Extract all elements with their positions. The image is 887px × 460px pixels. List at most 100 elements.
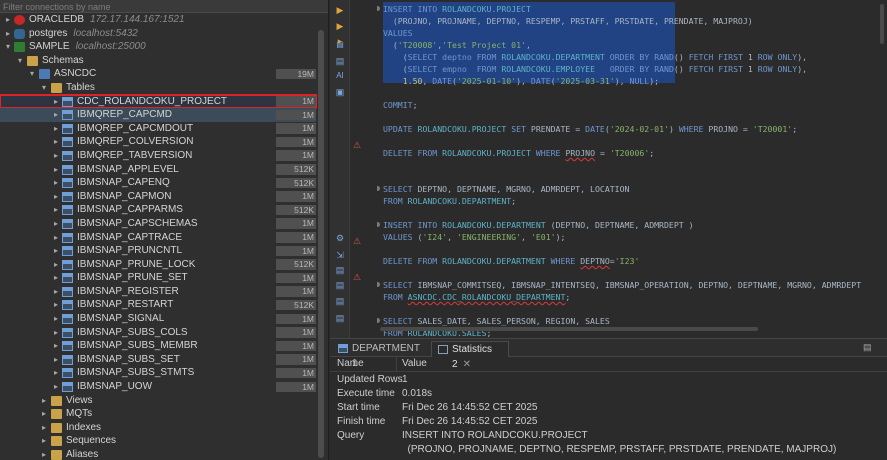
chevron-down-icon[interactable]: ▾: [28, 67, 36, 81]
tree-node-tables[interactable]: ▾ Tables: [0, 81, 316, 95]
toggle-panel-icon[interactable]: ▤: [335, 313, 345, 323]
chevron-right-icon[interactable]: ▸: [52, 285, 60, 299]
chevron-right-icon[interactable]: ▸: [40, 421, 48, 435]
table-row[interactable]: ▸ IBMSNAP_SUBS_COLS 1M: [0, 326, 316, 340]
tree-node-folder[interactable]: ▸ Views: [0, 394, 316, 408]
table-row[interactable]: ▸ IBMSNAP_RESTART 512K: [0, 298, 316, 312]
table-row[interactable]: ▸ IBMSNAP_APPLEVEL 512K: [0, 163, 316, 177]
chevron-right-icon[interactable]: ▸: [52, 203, 60, 217]
table-row[interactable]: Execute time 0.018s: [330, 387, 887, 401]
tab-statistics-2[interactable]: Statistics 2 ✕: [431, 341, 509, 370]
explain-plan-icon[interactable]: ▤: [335, 56, 345, 66]
tree-node-postgres[interactable]: ▸ postgres localhost:5432: [0, 27, 316, 41]
chevron-right-icon[interactable]: ▸: [52, 312, 60, 326]
execute-statement-icon[interactable]: ▶: [335, 5, 345, 15]
ai-assist-icon[interactable]: AI: [335, 71, 345, 81]
table-row[interactable]: Start time Fri Dec 26 14:45:52 CET 2025: [330, 401, 887, 415]
format-icon[interactable]: ▤: [335, 280, 345, 290]
scrollbar-thumb[interactable]: [380, 327, 758, 331]
chevron-right-icon[interactable]: ▸: [52, 217, 60, 231]
chevron-right-icon[interactable]: ▸: [52, 258, 60, 272]
tree-node-folder[interactable]: ▸ Aliases: [0, 448, 316, 460]
history-icon[interactable]: ▤: [335, 296, 345, 306]
tree-node-folder[interactable]: ▸ Sequences: [0, 434, 316, 448]
chevron-right-icon[interactable]: ▸: [4, 13, 12, 27]
table-row[interactable]: Updated Rows 1: [330, 373, 887, 387]
table-row[interactable]: ▸ IBMQREP_COLVERSION 1M: [0, 135, 316, 149]
editor-horizontal-scrollbar[interactable]: [377, 325, 877, 333]
table-row[interactable]: ▸ IBMSNAP_CAPENQ 512K: [0, 176, 316, 190]
chevron-right-icon[interactable]: ▸: [52, 190, 60, 204]
chevron-right-icon[interactable]: ▸: [52, 380, 60, 394]
table-row[interactable]: ▸ CDC_ROLANDCOKU_PROJECT 1M: [0, 93, 317, 110]
folder-label: MQTs: [66, 408, 93, 420]
table-name: IBMSNAP_PRUNE_LOCK: [77, 258, 196, 270]
table-row[interactable]: ▸ IBMSNAP_PRUNCNTL 1M: [0, 244, 316, 258]
chevron-right-icon[interactable]: ▸: [52, 163, 60, 177]
tree-node-oracledb[interactable]: ▸ ORACLEDB 172.17.144.167:1521: [0, 13, 316, 27]
script-icon[interactable]: ▤: [335, 40, 345, 50]
chevron-right-icon[interactable]: ▸: [52, 135, 60, 149]
save-icon[interactable]: ▤: [335, 265, 345, 275]
table-row[interactable]: ▸ IBMSNAP_PRUNE_SET 1M: [0, 271, 316, 285]
table-row[interactable]: ▸ IBMSNAP_SUBS_STMTS 1M: [0, 366, 316, 380]
chevron-down-icon[interactable]: ▾: [40, 81, 48, 95]
chevron-right-icon[interactable]: ▸: [52, 271, 60, 285]
table-name: IBMSNAP_CAPENQ: [77, 177, 170, 189]
table-row[interactable]: ▸ IBMSNAP_CAPSCHEMAS 1M: [0, 217, 316, 231]
chevron-right-icon[interactable]: ▸: [52, 339, 60, 353]
code-area[interactable]: INSERT INTO ROLANDCOKU.PROJECT (PROJNO, …: [377, 0, 877, 338]
settings-icon[interactable]: ⚙: [335, 233, 345, 243]
table-row[interactable]: ▸ IBMSNAP_CAPPARMS 512K: [0, 203, 316, 217]
table-row[interactable]: ▸ IBMSNAP_UOW 1M: [0, 380, 316, 394]
table-header: Name Value: [330, 357, 887, 372]
chevron-right-icon[interactable]: ▸: [40, 407, 48, 421]
table-row[interactable]: ▸ IBMSNAP_CAPMON 1M: [0, 190, 316, 204]
chevron-right-icon[interactable]: ▸: [52, 298, 60, 312]
chevron-right-icon[interactable]: ▸: [40, 394, 48, 408]
table-row[interactable]: ▸ IBMSNAP_REGISTER 1M: [0, 285, 316, 299]
table-row[interactable]: ▸ IBMSNAP_SIGNAL 1M: [0, 312, 316, 326]
tree-node-folder[interactable]: ▸ MQTs: [0, 407, 316, 421]
chevron-right-icon[interactable]: ▸: [52, 366, 60, 380]
editor-vertical-scrollbar[interactable]: [877, 0, 887, 338]
table-row[interactable]: Query INSERT INTO ROLANDCOKU.PROJECT: [330, 429, 887, 443]
navigator-scrollbar[interactable]: [317, 13, 325, 460]
size-badge: 512K: [276, 299, 316, 311]
table-row[interactable]: ▸ IBMQREP_TABVERSION 1M: [0, 149, 316, 163]
tree-node-sample[interactable]: ▾ SAMPLE localhost:25000: [0, 40, 316, 54]
chevron-right-icon[interactable]: ▸: [52, 122, 60, 136]
chevron-right-icon[interactable]: ▸: [40, 434, 48, 448]
minimize-icon[interactable]: ▤: [863, 342, 873, 352]
chevron-right-icon[interactable]: ▸: [52, 244, 60, 258]
tree-node-folder[interactable]: ▸ Indexes: [0, 421, 316, 435]
table-row[interactable]: ▸ IBMSNAP_PRUNE_LOCK 512K: [0, 258, 316, 272]
table-row[interactable]: ▸ IBMQREP_CAPCMDOUT 1M: [0, 122, 316, 136]
chevron-right-icon[interactable]: ▸: [52, 231, 60, 245]
panel-icon[interactable]: ▣: [335, 87, 345, 97]
execute-in-new-tab-icon[interactable]: ▶: [335, 21, 345, 31]
chevron-right-icon[interactable]: ▸: [4, 27, 12, 41]
table-row[interactable]: (PROJNO, PROJNAME, DEPTNO, RESPEMP, PRST…: [330, 443, 887, 457]
tree-node-schemas[interactable]: ▾ Schemas: [0, 54, 316, 68]
chevron-right-icon[interactable]: ▸: [40, 448, 48, 460]
connection-filter-input[interactable]: [0, 0, 328, 13]
table-row[interactable]: ▸ IBMSNAP_SUBS_SET 1M: [0, 353, 316, 367]
chevron-right-icon[interactable]: ▸: [52, 176, 60, 190]
chevron-right-icon[interactable]: ▸: [52, 149, 60, 163]
export-icon[interactable]: ⇲: [335, 250, 345, 260]
table-row[interactable]: ▸ IBMQREP_CAPCMD 1M: [0, 108, 316, 122]
scrollbar-thumb[interactable]: [318, 30, 324, 458]
chevron-right-icon[interactable]: ▸: [52, 353, 60, 367]
chevron-right-icon[interactable]: ▸: [52, 326, 60, 340]
table-row[interactable]: ▸ IBMSNAP_CAPTRACE 1M: [0, 231, 316, 245]
tree-node-schema-asncdc[interactable]: ▾ ASNCDC 19M: [0, 67, 316, 81]
chevron-right-icon[interactable]: ▸: [52, 95, 60, 109]
chevron-down-icon[interactable]: ▾: [16, 54, 24, 68]
table-row[interactable]: ▸ IBMSNAP_SUBS_MEMBR 1M: [0, 339, 316, 353]
chevron-right-icon[interactable]: ▸: [52, 108, 60, 122]
scrollbar-thumb[interactable]: [880, 4, 884, 44]
tab-department-1[interactable]: DEPARTMENT 1: [332, 341, 420, 369]
chevron-down-icon[interactable]: ▾: [4, 40, 12, 54]
table-row[interactable]: Finish time Fri Dec 26 14:45:52 CET 2025: [330, 415, 887, 429]
